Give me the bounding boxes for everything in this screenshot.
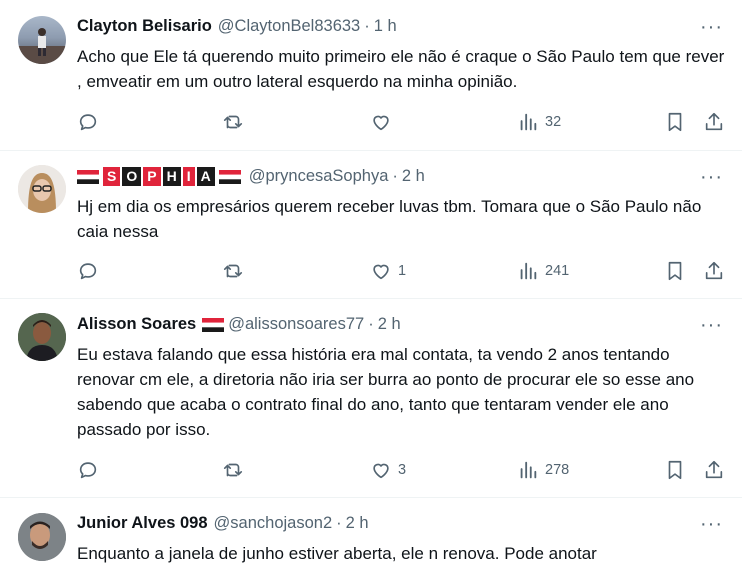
more-icon[interactable]: ··· <box>700 514 722 539</box>
like-count: 3 <box>398 462 407 478</box>
reply-icon <box>79 263 97 280</box>
avatar-photo <box>18 513 66 561</box>
avatar-photo <box>18 165 66 213</box>
retweet-icon <box>223 115 243 129</box>
tweet-time[interactable]: 2 h <box>402 167 425 186</box>
bookmark-button[interactable] <box>664 109 686 135</box>
bookmark-button[interactable] <box>664 258 686 284</box>
author-handle[interactable]: @ClaytonBel83633 <box>218 17 360 36</box>
like-icon <box>373 115 389 131</box>
views-button[interactable]: 32 <box>517 109 561 135</box>
tweet-card[interactable]: Junior Alves 098 @sanchojason2 · 2 h ···… <box>0 497 742 570</box>
tweet-time[interactable]: 2 h <box>346 514 369 533</box>
share-icon <box>705 261 723 280</box>
tweet-card[interactable]: Clayton Belisario @ClaytonBel83633 · 1 h… <box>0 0 742 151</box>
author-name[interactable]: Junior Alves 098 <box>77 514 208 533</box>
flag-icon <box>77 169 99 184</box>
author-name[interactable]: Clayton Belisario <box>77 17 212 36</box>
tweet-card[interactable]: Alisson Soares @alissonsoares77 · 2 h ··… <box>0 298 742 498</box>
more-icon[interactable]: ··· <box>700 167 722 192</box>
author-handle[interactable]: @pryncesaSophya <box>249 167 389 186</box>
views-count: 241 <box>545 263 570 279</box>
separator-dot: · <box>364 17 370 35</box>
tweet-header: Junior Alves 098 @sanchojason2 · 2 h <box>77 514 369 533</box>
bookmark-button[interactable] <box>664 457 686 483</box>
more-icon[interactable]: ··· <box>700 315 722 340</box>
avatar[interactable] <box>18 16 66 64</box>
avatar-photo <box>18 28 66 64</box>
name-letter: I <box>182 167 195 186</box>
flag-icon <box>202 317 225 332</box>
tweet-card[interactable]: S O P H I A @pryncesaSophya · 2 h ··· Hj… <box>0 150 742 299</box>
like-button[interactable] <box>370 109 398 135</box>
views-button[interactable]: 278 <box>517 457 569 483</box>
share-button[interactable] <box>703 258 725 284</box>
share-button[interactable] <box>703 457 725 483</box>
tweet-header: Alisson Soares @alissonsoares77 · 2 h <box>77 315 401 334</box>
separator-dot: · <box>392 167 398 185</box>
share-button[interactable] <box>703 109 725 135</box>
reply-button[interactable] <box>77 258 105 284</box>
bookmark-icon <box>668 261 682 281</box>
bookmark-icon <box>668 112 682 132</box>
views-count: 32 <box>545 114 562 130</box>
name-letter: P <box>143 167 161 186</box>
reply-icon <box>79 462 97 479</box>
like-button[interactable]: 3 <box>370 457 406 483</box>
share-icon <box>705 460 723 479</box>
tweet-header: S O P H I A @pryncesaSophya · 2 h <box>77 167 425 186</box>
tweet-text: Acho que Ele tá querendo muito primeiro … <box>77 47 725 91</box>
tweet-text: Eu estava falando que essa história era … <box>77 345 695 439</box>
share-icon <box>705 112 723 131</box>
separator-dot: · <box>368 315 374 333</box>
views-icon <box>520 262 537 280</box>
retweet-button[interactable] <box>222 258 250 284</box>
views-button[interactable]: 241 <box>517 258 569 284</box>
author-handle[interactable]: @alissonsoares77 <box>228 315 364 334</box>
retweet-icon <box>223 264 243 278</box>
like-button[interactable]: 1 <box>370 258 406 284</box>
views-icon <box>520 461 537 479</box>
name-letter: H <box>162 167 181 186</box>
tweet-actions: 32 <box>77 109 727 135</box>
separator-dot: · <box>336 514 342 532</box>
tweet-actions: 1 241 <box>77 258 727 284</box>
tweet-time[interactable]: 1 h <box>374 17 397 36</box>
retweet-button[interactable] <box>222 109 250 135</box>
like-icon <box>373 264 389 280</box>
retweet-icon <box>223 463 243 477</box>
views-count: 278 <box>545 462 570 478</box>
more-icon[interactable]: ··· <box>700 17 722 42</box>
tweet-time[interactable]: 2 h <box>378 315 401 334</box>
tweet-actions: 3 278 <box>77 457 727 483</box>
tweet-text: Enquanto a janela de junho estiver abert… <box>77 544 597 563</box>
reply-icon <box>79 114 97 131</box>
tweet-text: Hj em dia os empresários querem receber … <box>77 197 702 241</box>
name-letter: S <box>103 167 121 186</box>
author-handle[interactable]: @sanchojason2 <box>214 514 333 533</box>
flag-icon <box>218 169 241 184</box>
avatar[interactable] <box>18 313 66 361</box>
author-name[interactable]: Alisson Soares <box>77 315 196 334</box>
name-letter: A <box>196 167 215 186</box>
name-letter: O <box>122 167 142 186</box>
like-icon <box>373 463 389 479</box>
views-icon <box>520 113 537 131</box>
avatar[interactable] <box>18 513 66 561</box>
retweet-button[interactable] <box>222 457 250 483</box>
like-count: 1 <box>398 263 407 279</box>
reply-button[interactable] <box>77 457 105 483</box>
bookmark-icon <box>668 460 682 480</box>
avatar[interactable] <box>18 165 66 213</box>
reply-button[interactable] <box>77 109 105 135</box>
tweet-header: Clayton Belisario @ClaytonBel83633 · 1 h <box>77 17 397 36</box>
avatar-photo <box>18 313 66 361</box>
